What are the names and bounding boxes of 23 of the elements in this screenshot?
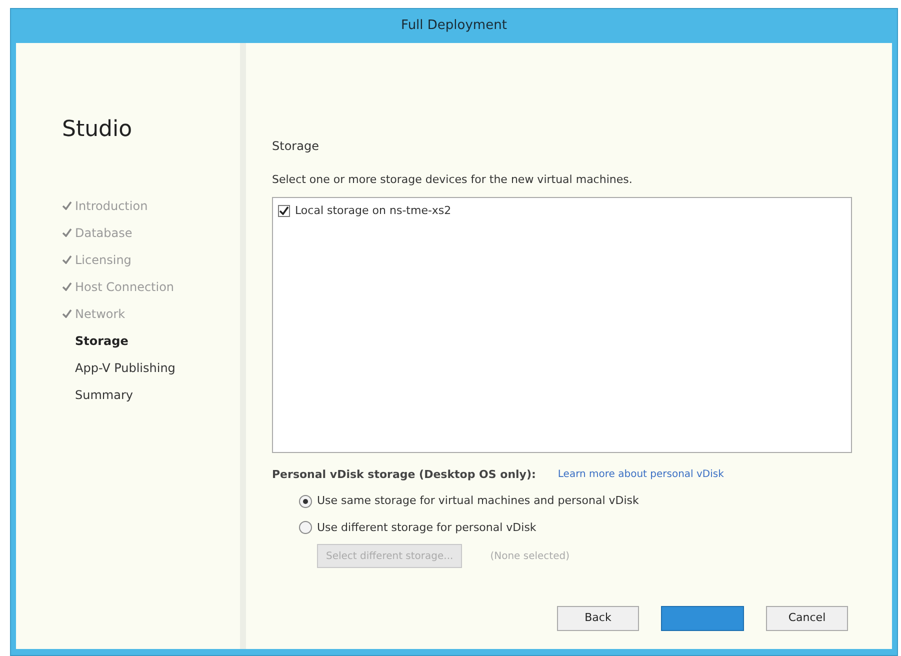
wizard-step: Network bbox=[75, 304, 126, 322]
sidebar-title: Studio bbox=[62, 116, 134, 144]
storage-label: Local storage on ns-tme-xs2 bbox=[295, 202, 452, 218]
wizard-step: Summary bbox=[75, 386, 133, 404]
radio-button[interactable] bbox=[299, 494, 312, 508]
vdisk-heading: Personal vDisk storage (Desktop OS only): bbox=[272, 466, 536, 482]
window-title: Full Deployment bbox=[401, 17, 507, 36]
wizard-step: App-V Publishing bbox=[75, 358, 176, 376]
wizard-step: Host Connection bbox=[75, 278, 174, 296]
instruction-text: Select one or more storage devices for the new virtual machines. bbox=[272, 172, 634, 188]
dialog-button[interactable]: Back bbox=[557, 606, 639, 631]
radio-button[interactable] bbox=[299, 521, 312, 534]
wizard-step: Licensing bbox=[75, 250, 132, 268]
selection-text: (None selected) bbox=[490, 550, 570, 564]
wizard-step: Introduction bbox=[75, 196, 148, 214]
radio-label: Use different storage for personal vDisk bbox=[317, 520, 536, 536]
learn-more-link[interactable]: Learn more about personal vDisk bbox=[558, 467, 724, 482]
wizard-step: Storage bbox=[75, 332, 128, 350]
dialog-button[interactable]: Cancel bbox=[766, 606, 848, 631]
radio-label: Use same storage for virtual machines and personal vDisk bbox=[317, 493, 639, 509]
wizard-step: Database bbox=[75, 224, 132, 242]
checkbox[interactable] bbox=[278, 204, 290, 217]
section-heading: Storage bbox=[272, 138, 320, 155]
